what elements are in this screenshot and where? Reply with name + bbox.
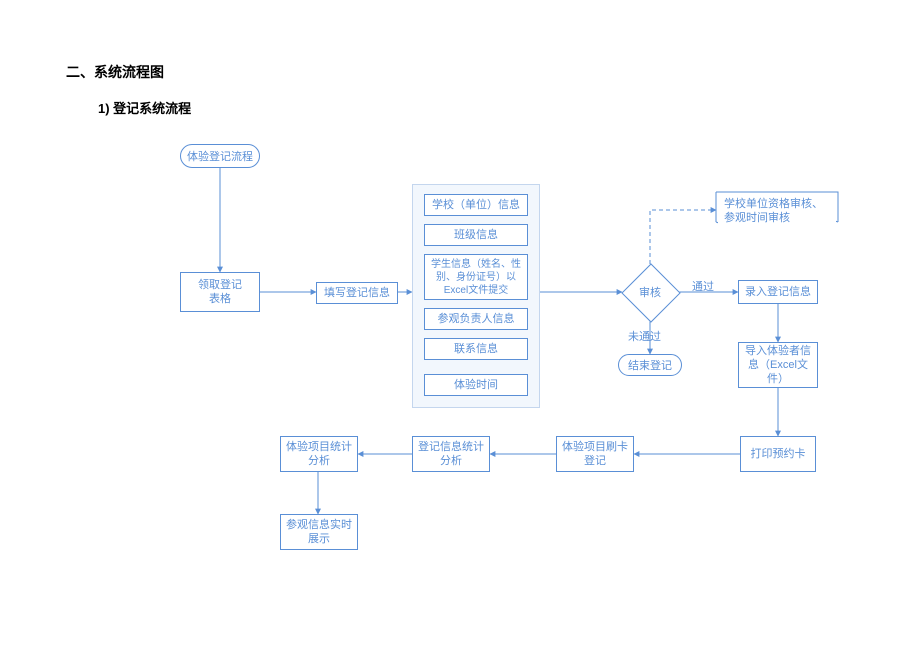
edge-fail: 未通过 [628,328,661,344]
end-registration-terminator: 结束登记 [618,354,682,376]
process-print-card: 打印预约卡 [740,436,816,472]
detail-school: 学校（单位）信息 [424,194,528,216]
section-heading: 二、系统流程图 [66,62,164,82]
subsection-heading: 1) 登记系统流程 [98,98,191,117]
edge-pass: 通过 [692,278,714,294]
detail-visit-leader: 参观负责人信息 [424,308,528,330]
decision-review-label: 审核 [622,264,678,320]
process-input-info: 录入登记信息 [738,280,818,304]
flowchart-canvas: 二、系统流程图 1) 登记系统流程 [0,0,920,651]
start-terminator: 体验登记流程 [180,144,260,168]
decision-review: 审核 [622,264,678,320]
process-collect-form: 领取登记 表格 [180,272,260,312]
process-visit-display: 参观信息实时展示 [280,514,358,550]
detail-contact: 联系信息 [424,338,528,360]
process-project-stats: 体验项目统计分析 [280,436,358,472]
note-review-detail: 学校单位资格审核、参观时间审核 [718,193,836,230]
process-reg-stats: 登记信息统计分析 [412,436,490,472]
process-fill-info: 填写登记信息 [316,282,398,304]
detail-class: 班级信息 [424,224,528,246]
detail-experience-time: 体验时间 [424,374,528,396]
process-import-info: 导入体验者信息（Excel文件） [738,342,818,388]
process-swipe-register: 体验项目刷卡登记 [556,436,634,472]
detail-student: 学生信息（姓名、性别、身份证号）以Excel文件提交 [424,254,528,300]
